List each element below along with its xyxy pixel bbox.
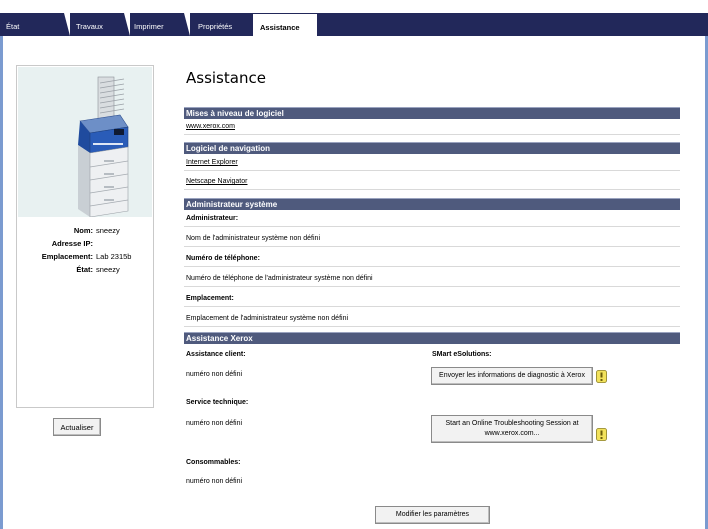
device-location-label: Emplacement: [41,252,93,261]
modify-settings-button[interactable]: Modifier les paramètres [375,506,490,524]
supplies-label: Consommables: [186,459,241,466]
tab-etat[interactable]: État [6,13,56,36]
tab-notch [184,13,190,36]
printer-icon [78,76,129,218]
section-header-upgrades: Mises à niveau de logiciel [184,107,680,119]
netscape-navigator-link[interactable]: Netscape Navigator [186,178,247,185]
upgrade-link-row: www.xerox.com [184,119,680,135]
page-title: Assistance [186,69,266,87]
refresh-button[interactable]: Actualiser [53,418,101,436]
device-panel: Nom: sneezy Adresse IP: Emplacement: Lab… [16,65,154,408]
tab-assistance[interactable]: Assistance [252,13,318,37]
tab-notch [64,13,70,36]
tech-service-label: Service technique: [186,399,249,406]
supplies-value: numéro non défini [186,478,243,485]
admin-location-value: Emplacement de l'administrateur système … [184,310,680,327]
info-icon[interactable] [596,370,607,383]
tab-label: Propriétés [198,22,233,31]
section-header-xerox: Assistance Xerox [184,332,680,344]
admin-value: Nom de l'administrateur système non défi… [184,230,680,247]
section-header-browsers: Logiciel de navigation [184,142,680,154]
tab-proprietes[interactable]: Propriétés [184,13,250,36]
client-support-label: Assistance client: [186,351,246,358]
troubleshooting-session-button[interactable]: Start an Online Troubleshooting Session … [431,415,593,443]
tab-imprimer[interactable]: Imprimer [124,13,184,36]
admin-location-label: Emplacement: [184,290,680,307]
device-state-label: État: [76,265,93,274]
troubleshooting-button-line1: Start an Online Troubleshooting Session … [445,420,579,427]
xerox-website-link[interactable]: www.xerox.com [186,123,235,130]
tab-bar: État Travaux Imprimer Propriétés Assista… [0,0,708,38]
browser-link-row: Internet Explorer [184,154,680,171]
tab-notch [124,13,130,36]
client-support-value: numéro non défini [186,371,243,378]
device-name-value: sneezy [96,226,120,235]
device-state-value: sneezy [96,265,120,274]
info-icon[interactable] [596,428,607,441]
section-header-admin: Administrateur système [184,198,680,210]
smart-esolutions-label: SMart eSolutions: [432,351,492,358]
device-location-value: Lab 2315b [96,252,132,261]
tab-label: Travaux [76,22,103,31]
device-name-label: Nom: [73,226,93,235]
troubleshooting-button-line2: www.xerox.com... [484,430,540,437]
tab-label: Assistance [260,23,300,32]
tech-service-value: numéro non défini [186,420,243,427]
admin-phone-label: Numéro de téléphone: [184,250,680,267]
admin-phone-value: Numéro de téléphone de l'administrateur … [184,270,680,287]
internet-explorer-link[interactable]: Internet Explorer [186,159,238,166]
browser-link-row: Netscape Navigator [184,173,680,190]
printer-image [18,67,152,218]
tab-label: Imprimer [134,22,164,31]
tab-strip: État Travaux Imprimer Propriétés [0,13,708,36]
tab-label: État [6,22,20,31]
device-ip-label: Adresse IP: [51,239,93,248]
send-diagnostics-button[interactable]: Envoyer les informations de diagnostic à… [431,367,593,385]
admin-label: Administrateur: [184,210,680,227]
tab-travaux[interactable]: Travaux [64,13,128,36]
